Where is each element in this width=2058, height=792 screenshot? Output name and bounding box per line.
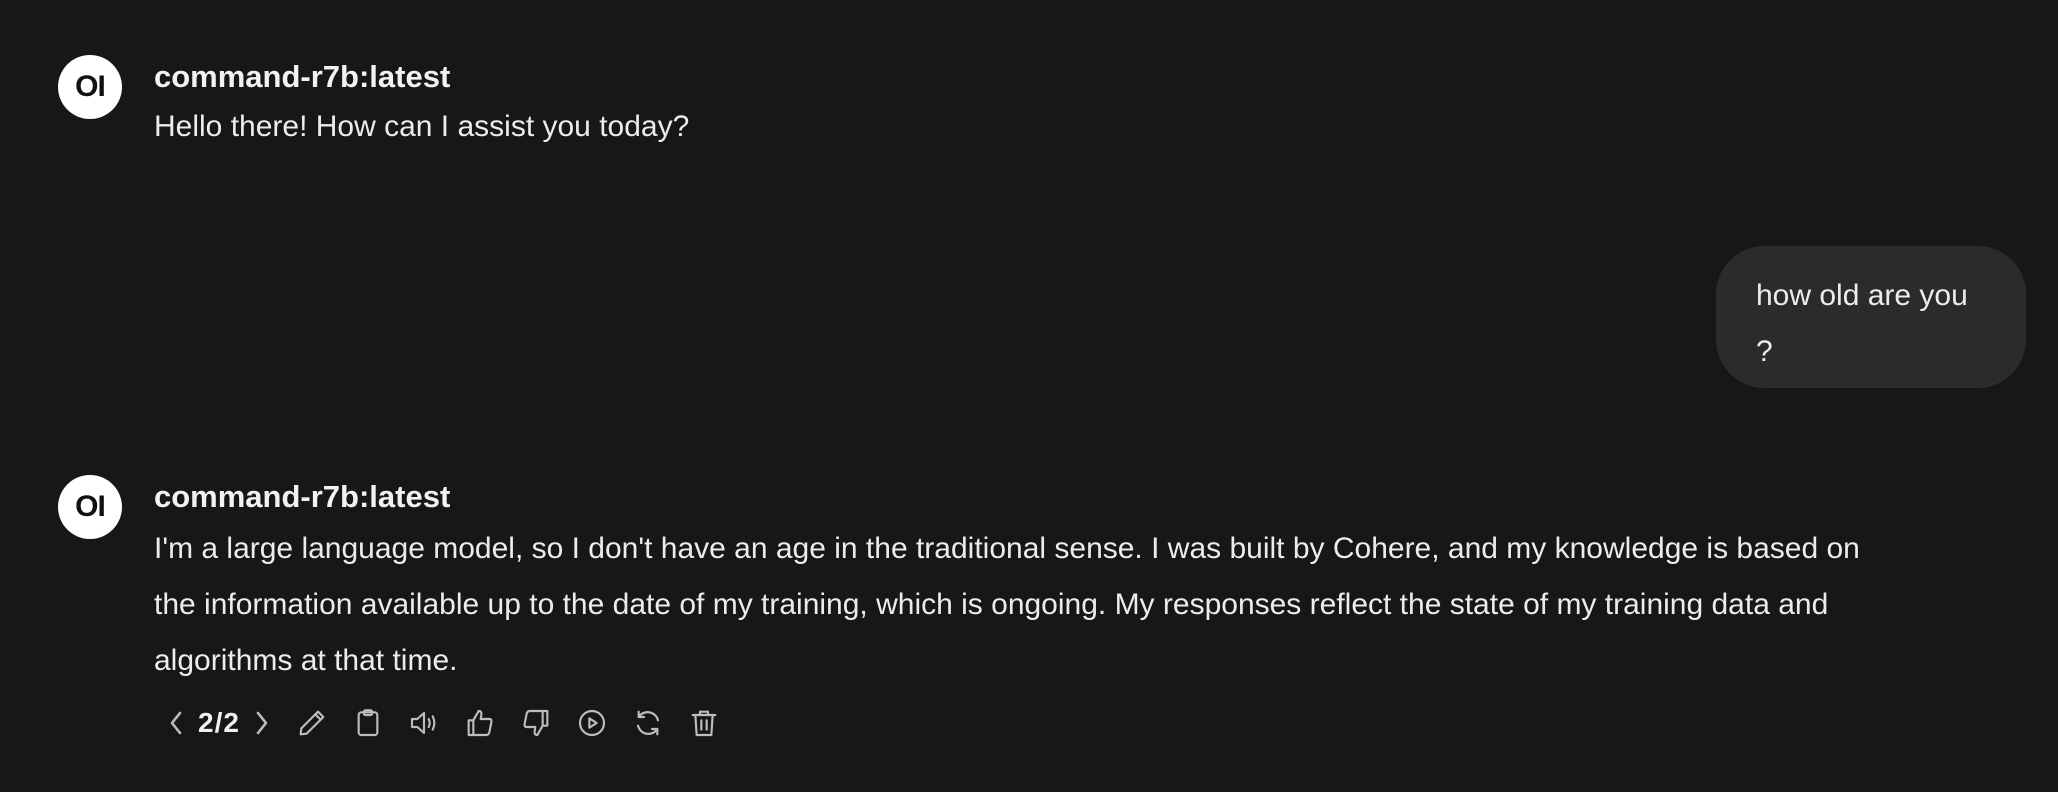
pager-count: 2/2: [198, 707, 240, 738]
thumbs-down-icon: [523, 709, 549, 737]
message-body: command-r7b:latest I'm a large language …: [154, 477, 2054, 751]
model-avatar: OI: [58, 475, 122, 539]
assistant-message: OI command-r7b:latest Hello there! How c…: [58, 55, 2054, 151]
user-message-line: how old are you: [1756, 279, 1968, 312]
chevron-right-icon[interactable]: [250, 707, 274, 739]
regenerate-button[interactable]: [630, 705, 666, 741]
good-response-button[interactable]: [462, 705, 498, 741]
message-body: command-r7b:latest Hello there! How can …: [154, 57, 2054, 151]
bad-response-button[interactable]: [518, 705, 554, 741]
continue-response-button[interactable]: [574, 705, 610, 741]
copy-icon: [357, 709, 379, 737]
thumbs-up-icon: [467, 709, 493, 737]
message-actions: 2/2: [154, 695, 2054, 751]
user-message-bubble: how old are you ?: [1716, 246, 2026, 388]
model-name: command-r7b:latest: [154, 479, 451, 514]
delete-button[interactable]: [686, 705, 722, 741]
message-line: I'm a large language model, so I don't h…: [154, 532, 1860, 565]
delete-icon: [691, 710, 717, 737]
message-text: Hello there! How can I assist you today?: [154, 110, 690, 143]
response-pager: 2/2: [164, 707, 274, 739]
copy-button[interactable]: [350, 705, 386, 741]
regenerate-icon: [636, 710, 660, 736]
message-line: algorithms at that time.: [154, 644, 458, 677]
message-text: I'm a large language model, so I don't h…: [154, 521, 2054, 689]
play-icon: [578, 709, 606, 737]
model-name: command-r7b:latest: [154, 59, 451, 94]
read-aloud-icon: [410, 711, 436, 735]
message-line: the information available up to the date…: [154, 588, 1829, 621]
user-message-line: ?: [1756, 335, 1773, 368]
chat-area: OI command-r7b:latest Hello there! How c…: [0, 0, 2058, 792]
read-aloud-button[interactable]: [406, 705, 442, 741]
chevron-left-icon[interactable]: [164, 707, 188, 739]
assistant-message: OI command-r7b:latest I'm a large langua…: [58, 475, 2054, 751]
edit-button[interactable]: [294, 705, 330, 741]
edit-icon: [299, 710, 325, 736]
model-avatar: OI: [58, 55, 122, 119]
